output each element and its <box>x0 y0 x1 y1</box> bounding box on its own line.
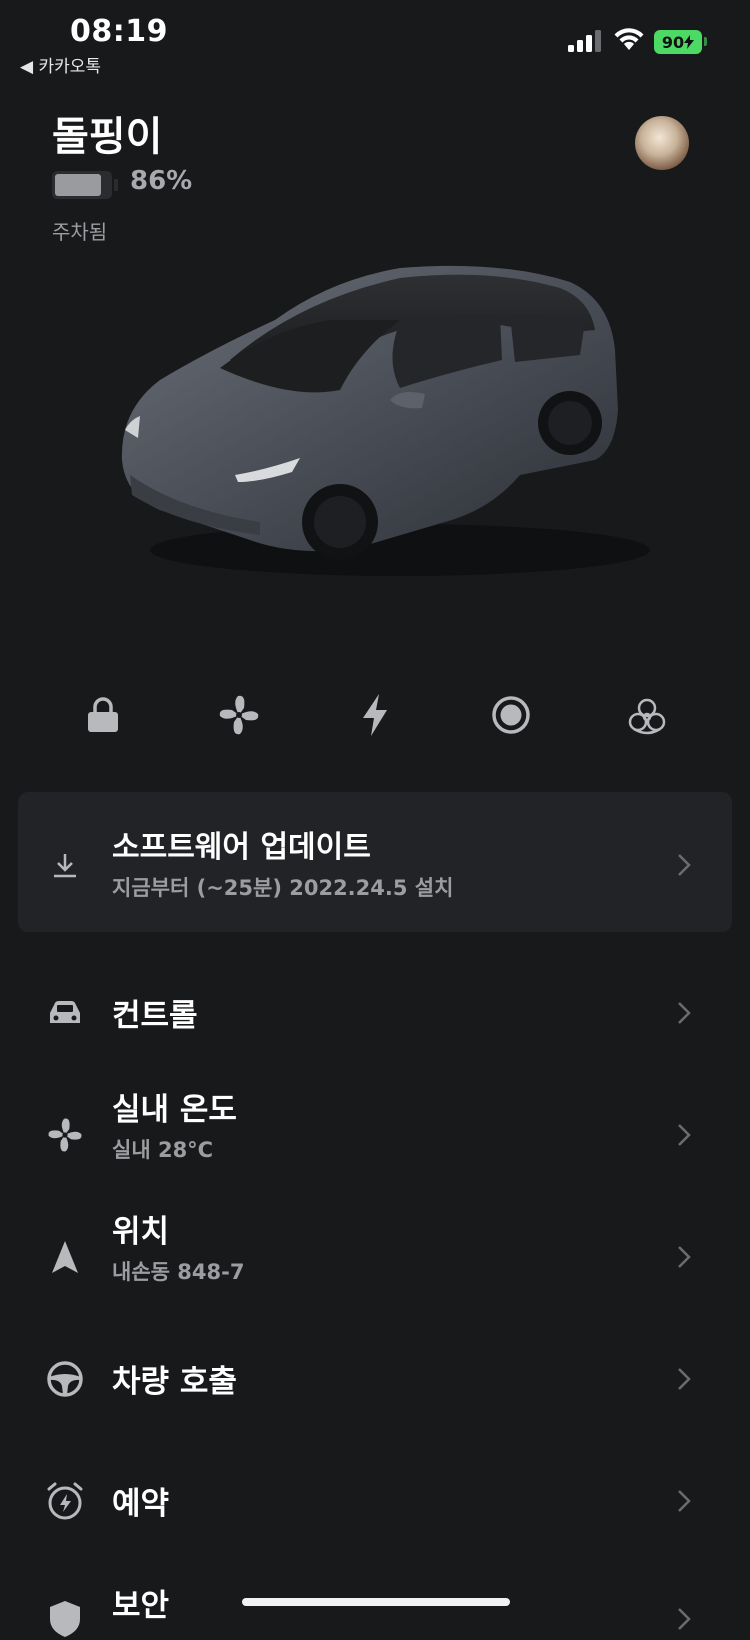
chevron-right-icon <box>678 1490 691 1512</box>
vehicle-battery-fill <box>55 174 101 196</box>
vehicle-battery-nub <box>114 179 118 191</box>
menu-security[interactable]: 보안 <box>112 1580 169 1625</box>
bioweapon-icon <box>628 698 666 735</box>
climate-row-icon-wrap <box>44 1114 86 1156</box>
chevron-right-icon <box>678 1124 691 1146</box>
cellular-signal-icon <box>568 30 601 52</box>
charge-port-button[interactable] <box>350 690 400 740</box>
schedule-row-icon-wrap <box>44 1480 86 1522</box>
chevron-right-icon <box>678 1368 691 1390</box>
sentry-icon <box>492 696 530 734</box>
back-to-app-link[interactable]: ◀ 카카오톡 <box>20 52 101 77</box>
status-time: 08:19 <box>70 14 168 49</box>
home-indicator[interactable] <box>242 1598 510 1606</box>
menu-location[interactable]: 위치 <box>112 1206 169 1251</box>
chevron-right-icon <box>678 1608 691 1630</box>
menu-controls[interactable]: 컨트롤 <box>112 990 198 1035</box>
download-icon <box>54 854 76 878</box>
menu-summon[interactable]: 차량 호출 <box>112 1356 237 1401</box>
car-icon <box>50 1001 80 1023</box>
menu-climate[interactable]: 실내 온도 <box>112 1084 237 1129</box>
menu-climate-subtitle: 실내 28°C <box>112 1138 214 1162</box>
phone-battery-tip <box>704 37 707 46</box>
phone-battery-indicator: 90 <box>654 30 702 54</box>
menu-schedule[interactable]: 예약 <box>112 1478 169 1523</box>
fan-icon <box>48 1118 82 1152</box>
charging-bolt-icon <box>684 35 695 49</box>
vehicle-status: 주차됨 <box>52 220 108 244</box>
software-update-subtitle: 지금부터 (~25분) 2022.24.5 설치 <box>112 876 454 900</box>
navigation-arrow-icon <box>52 1241 78 1273</box>
controls-row-icon-wrap <box>44 992 86 1034</box>
vehicle-battery-percent: 86% <box>130 166 193 196</box>
security-row-icon-wrap <box>44 1598 86 1640</box>
climate-button[interactable] <box>214 690 264 740</box>
chevron-right-icon <box>678 1002 691 1024</box>
vehicle-name[interactable]: 돌핑이 <box>52 104 162 162</box>
vehicle-image <box>121 265 650 576</box>
software-update-title: 소프트웨어 업데이트 <box>112 830 371 865</box>
chevron-right-icon <box>678 1246 691 1268</box>
fan-icon <box>219 695 259 735</box>
shield-icon <box>50 1601 80 1637</box>
bioweapon-defense-button[interactable] <box>622 690 672 740</box>
chevron-right-icon <box>678 854 691 876</box>
wifi-icon <box>614 28 644 50</box>
lock-button[interactable] <box>78 690 128 740</box>
location-row-icon-wrap <box>44 1236 86 1278</box>
lock-icon <box>88 697 118 732</box>
steering-wheel-icon <box>47 1361 83 1397</box>
bolt-icon <box>363 694 387 736</box>
alarm-clock-bolt-icon <box>47 1482 83 1520</box>
sentry-mode-button[interactable] <box>486 690 536 740</box>
menu-location-subtitle: 내손동 848-7 <box>112 1260 245 1284</box>
summon-row-icon-wrap <box>44 1358 86 1400</box>
phone-battery-level: 90 <box>661 32 685 52</box>
profile-avatar[interactable] <box>635 116 689 170</box>
